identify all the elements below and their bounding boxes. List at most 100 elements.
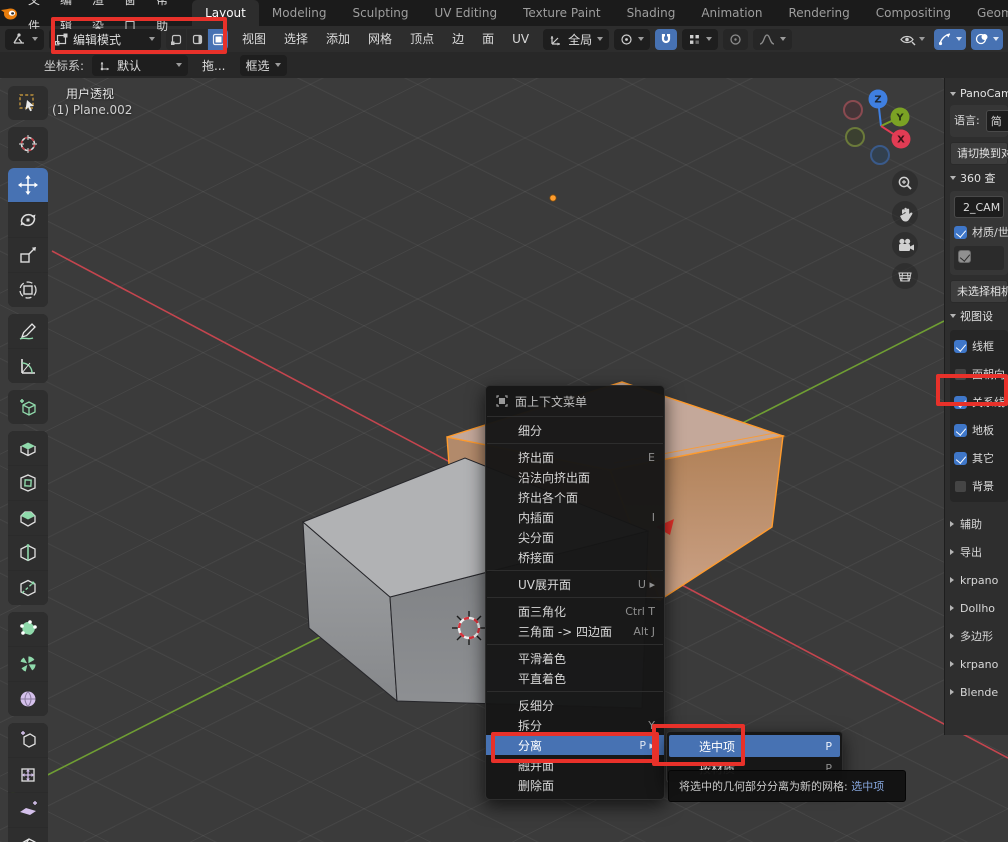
menu-item-shade-flat[interactable]: 平直着色 [486,668,664,688]
tab-texture-paint[interactable]: Texture Paint [510,0,613,26]
navigation-gizmo[interactable]: Z Y X [842,82,920,171]
menu-item-poke-faces[interactable]: 尖分面 [486,527,664,547]
menu-item-bridge-faces[interactable]: 桥接面 [486,547,664,567]
show-overlays-dropdown[interactable] [971,29,1003,50]
section-krpano-2[interactable]: krpano [950,650,1008,678]
tool-loop-cut[interactable] [8,536,48,570]
drag-dropdown[interactable]: 拖... [196,55,231,76]
pivot-point-dropdown[interactable] [614,29,650,50]
tool-annotate[interactable] [8,314,48,348]
camera-object-field[interactable]: 2_CAM [954,196,1004,218]
wireframe-checkbox-row[interactable]: 线框 [954,332,1008,360]
tool-scale[interactable] [8,238,48,272]
tool-rip-region[interactable] [8,828,48,842]
tool-inset-faces[interactable] [8,466,48,500]
menu-item-shade-smooth[interactable]: 平滑着色 [486,648,664,668]
tool-transform[interactable] [8,273,48,307]
tab-compositing[interactable]: Compositing [863,0,964,26]
coordinate-system-dropdown[interactable]: 默认 [92,55,188,76]
menu-item-separate[interactable]: 分离P ▸ [486,735,664,755]
edge-select-button[interactable] [187,29,207,50]
face-select-button[interactable] [208,29,228,50]
menu-item-uv-unwrap[interactable]: UV展开面U ▸ [486,574,664,594]
proportional-falloff-dropdown[interactable] [753,29,792,50]
section-krpano-1[interactable]: krpano [950,566,1008,594]
tab-shading[interactable]: Shading [614,0,689,26]
menu-view[interactable]: 视图 [233,26,275,52]
tool-tweak-select[interactable] [8,86,48,120]
zoom-view-button[interactable] [892,170,918,196]
panel-header-view-settings[interactable]: 视图设 [950,308,1008,324]
tool-edge-slide[interactable] [8,723,48,757]
menu-item-extrude-individual[interactable]: 挤出各个面 [486,487,664,507]
no-camera-button[interactable]: 未选择相机 [950,280,1008,303]
menu-mesh[interactable]: 网格 [359,26,401,52]
tab-geometry-nodes[interactable]: Geometry Nodes [964,0,1008,26]
blender-logo-icon[interactable] [0,0,18,26]
panel-header-panocam[interactable]: PanoCam [950,87,1008,100]
menu-item-tris-to-quads[interactable]: 三角面 -> 四边面Alt J [486,621,664,641]
gizmo-neg-z[interactable] [871,146,889,164]
select-tool-dropdown[interactable]: 框选 [240,55,287,76]
proportional-edit-button[interactable] [723,29,748,50]
language-dropdown[interactable]: 简 [986,110,1008,132]
material-world-checkbox-row[interactable]: 材质/世界 [954,218,1004,246]
tab-uv-editing[interactable]: UV Editing [422,0,511,26]
switch-language-button[interactable]: 请切换到对 [950,142,1008,165]
section-export[interactable]: 导出 [950,538,1008,566]
face-orientation-checkbox-row[interactable]: 面朝向 [954,360,1008,388]
floor-checkbox-row[interactable]: 地板 [954,416,1008,444]
tool-poly-build[interactable] [8,612,48,646]
menu-add[interactable]: 添加 [317,26,359,52]
tab-layout[interactable]: Layout [192,0,259,26]
menu-uv[interactable]: UV [503,26,538,52]
toggle-ortho-button[interactable] [892,263,918,289]
menu-face[interactable]: 面 [473,26,503,52]
section-dollhouse[interactable]: Dollho [950,594,1008,622]
tool-shrink-fatten[interactable] [8,758,48,792]
snap-settings-dropdown[interactable] [682,29,718,50]
editor-type-dropdown[interactable] [5,29,44,50]
tool-shear[interactable] [8,793,48,827]
tab-sculpting[interactable]: Sculpting [339,0,421,26]
menu-item-triangulate[interactable]: 面三角化Ctrl T [486,601,664,621]
tool-add-cube[interactable] [8,390,48,424]
menu-vertex[interactable]: 顶点 [401,26,443,52]
gizmo-neg-y[interactable] [846,128,864,146]
show-gizmo-dropdown[interactable] [934,29,966,50]
sub-checkbox[interactable] [958,250,971,263]
vertex-select-button[interactable] [166,29,186,50]
snap-toggle-button[interactable] [655,29,677,50]
others-checkbox-row[interactable]: 其它 [954,444,1008,472]
relationship-lines-checkbox-row[interactable]: 关系线 [954,388,1008,416]
tab-animation[interactable]: Animation [688,0,775,26]
transform-orientation-dropdown[interactable]: 全局 [543,29,609,50]
menu-item-subdivide[interactable]: 细分 [486,420,664,440]
menu-select[interactable]: 选择 [275,26,317,52]
tool-spin[interactable] [8,647,48,681]
tool-extrude-region[interactable] [8,431,48,465]
pan-view-button[interactable] [892,201,918,227]
menu-item-delete-faces[interactable]: 删除面 [486,775,664,795]
panel-header-360[interactable]: 360 查 [950,170,1008,186]
interaction-mode-dropdown[interactable]: 编辑模式 [49,29,161,50]
background-checkbox-row[interactable]: 背景 [954,472,1008,500]
tab-rendering[interactable]: Rendering [776,0,863,26]
tab-modeling[interactable]: Modeling [259,0,340,26]
menu-item-inset-faces[interactable]: 内插面I [486,507,664,527]
menu-item-dissolve-faces[interactable]: 融并面 [486,755,664,775]
tool-move[interactable] [8,168,48,202]
section-assist[interactable]: 辅助 [950,510,1008,538]
submenu-item-selection[interactable]: 选中项P [669,735,840,757]
menu-item-unsubdivide[interactable]: 反细分 [486,695,664,715]
tool-measure[interactable] [8,349,48,383]
menu-item-extrude-along-normals[interactable]: 沿法向挤出面 [486,467,664,487]
menu-item-split[interactable]: 拆分Y [486,715,664,735]
gizmo-neg-x[interactable] [844,101,862,119]
tool-rotate[interactable] [8,203,48,237]
section-polygon[interactable]: 多边形 [950,622,1008,650]
object-visibility-dropdown[interactable] [896,29,929,50]
section-blender[interactable]: Blende [950,678,1008,706]
tool-bevel[interactable] [8,501,48,535]
menu-item-extrude-faces[interactable]: 挤出面E [486,447,664,467]
